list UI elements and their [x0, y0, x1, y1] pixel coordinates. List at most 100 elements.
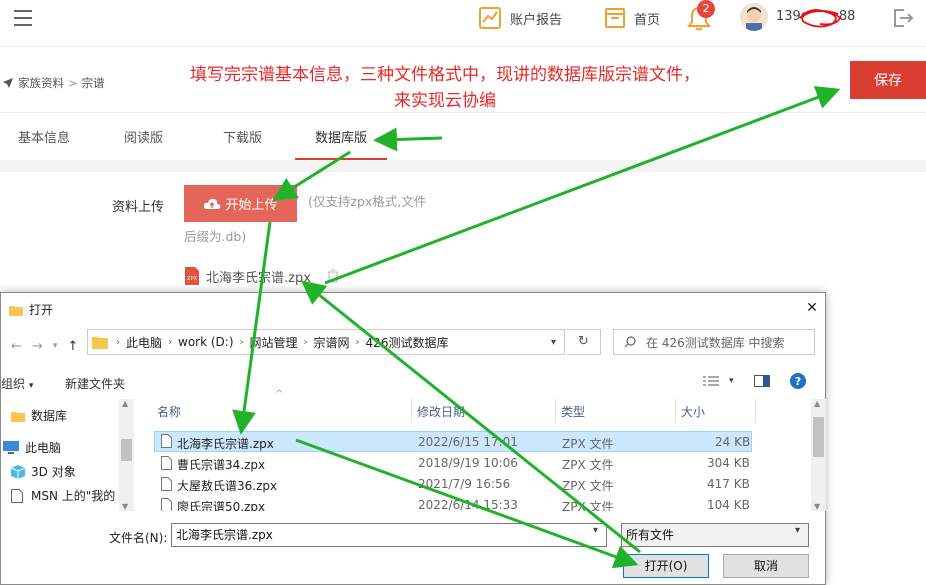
- column-size[interactable]: 大小: [681, 403, 705, 420]
- file-size: 304 KB: [707, 456, 750, 470]
- up-arrow-icon[interactable]: ↑: [67, 339, 78, 354]
- file-type: ZPX 文件: [562, 437, 614, 451]
- file-name: 大屋敖氏谱36.zpx: [177, 479, 278, 493]
- column-name[interactable]: 名称: [157, 403, 181, 420]
- upload-label: 资料上传: [112, 200, 165, 215]
- cloud-upload-icon: [204, 198, 221, 209]
- nav-item-this-pc[interactable]: 此电脑: [3, 439, 61, 456]
- folder-icon: [9, 305, 23, 316]
- new-folder-button[interactable]: 新建文件夹: [65, 375, 125, 392]
- nav-item-msn[interactable]: MSN 上的"我的: [11, 487, 115, 504]
- file-icon: [161, 498, 172, 511]
- tab-bar: 基本信息 阅读版 下载版 数据库版: [0, 112, 926, 161]
- breadcrumb-separator: >: [68, 76, 78, 90]
- redaction-scribble: [799, 9, 842, 28]
- search-icon: [624, 336, 636, 348]
- path-chevron-icon: ›: [355, 336, 360, 348]
- uploaded-file-name[interactable]: 北海李氏宗谱.zpx: [206, 267, 311, 286]
- filename-dropdown-icon[interactable]: ▾: [593, 525, 598, 536]
- organize-menu[interactable]: 组织 ▾: [1, 375, 33, 392]
- recent-dropdown-icon[interactable]: ▾: [53, 341, 58, 351]
- hamburger-menu-icon[interactable]: [14, 10, 32, 26]
- forward-arrow-icon[interactable]: →: [32, 339, 43, 354]
- file-row[interactable]: 廖氏宗谱50.zpx 2022/6/14 15:33 ZPX 文件 104 KB: [154, 495, 752, 511]
- upload-format-hint: (仅支持zpx格式,文件: [308, 194, 427, 209]
- refresh-icon[interactable]: ↻: [567, 329, 601, 355]
- file-type: ZPX 文件: [562, 458, 614, 472]
- filetype-dropdown-icon[interactable]: ▾: [795, 525, 800, 536]
- path-chevron-icon: ›: [303, 336, 308, 348]
- home-label: 首页: [634, 12, 661, 28]
- view-dropdown-icon[interactable]: ▾: [729, 376, 734, 386]
- path-segment[interactable]: 此电脑: [126, 334, 162, 351]
- filetype-select[interactable]: 所有文件: [621, 523, 809, 547]
- tab-reading-version[interactable]: 阅读版: [124, 127, 163, 146]
- column-type[interactable]: 类型: [561, 403, 585, 420]
- upload-format-hint-2: 后缀为.db): [184, 229, 247, 244]
- help-icon[interactable]: ?: [789, 373, 806, 389]
- open-file-dialog: 打开 ✕ ← → ▾ ↑ › 此电脑 › work (D:) › 网站管理 › …: [0, 292, 826, 585]
- file-row[interactable]: 曹氏宗谱34.zpx 2018/9/19 10:06 ZPX 文件 304 KB: [154, 453, 752, 474]
- file-name: 廖氏宗谱50.zpx: [177, 500, 266, 511]
- file-list-scrollbar[interactable]: ▲ ▼: [811, 399, 826, 511]
- account-report-link[interactable]: 账户报告: [478, 6, 562, 30]
- svg-text:?: ?: [794, 375, 800, 388]
- file-size: 104 KB: [707, 498, 750, 511]
- section-divider: [0, 160, 926, 172]
- view-options: ▾ ?: [703, 373, 806, 389]
- file-name: 曹氏宗谱34.zpx: [177, 458, 266, 472]
- filename-label: 文件名(N):: [109, 531, 168, 545]
- send-arrow-icon: [3, 78, 13, 88]
- path-chevron-icon: ›: [116, 336, 120, 348]
- nav-item-3d-objects[interactable]: 3D 对象: [11, 463, 76, 480]
- file-icon: [161, 434, 172, 448]
- tab-download-version[interactable]: 下载版: [223, 127, 262, 146]
- file-row[interactable]: 大屋敖氏谱36.zpx 2021/7/9 16:56 ZPX 文件 417 KB: [154, 474, 752, 495]
- home-icon: [605, 8, 625, 28]
- nav-item-database[interactable]: 数据库: [11, 407, 67, 424]
- folder-icon: [11, 411, 25, 422]
- dialog-close-icon[interactable]: ✕: [803, 299, 821, 317]
- file-row[interactable]: 北海李氏宗谱.zpx 2022/6/15 17:01 ZPX 文件 24 KB: [154, 431, 752, 452]
- computer-icon: [3, 440, 19, 454]
- tab-basic-info[interactable]: 基本信息: [18, 127, 70, 146]
- avatar-face-icon: [746, 7, 762, 31]
- zpx-file-icon: ZPX: [185, 267, 199, 285]
- file-date: 2021/7/9 16:56: [418, 477, 511, 491]
- file-date: 2022/6/14 15:33: [418, 498, 518, 511]
- file-date: 2022/6/15 17:01: [418, 435, 518, 449]
- file-icon: [161, 477, 172, 491]
- save-button[interactable]: 保存: [850, 61, 926, 99]
- preview-pane-icon[interactable]: [753, 375, 770, 387]
- path-segment[interactable]: work (D:): [178, 335, 234, 349]
- start-upload-label: 开始上传: [225, 198, 278, 213]
- tab-database-version[interactable]: 数据库版: [315, 127, 367, 146]
- start-upload-button[interactable]: 开始上传: [184, 185, 297, 222]
- file-type: ZPX 文件: [562, 500, 614, 511]
- path-segment[interactable]: 426测试数据库: [366, 334, 449, 351]
- open-button[interactable]: 打开(O): [623, 554, 709, 578]
- search-placeholder: 在 426测试数据库 中搜索: [646, 335, 785, 350]
- breadcrumb-item-genealogy[interactable]: 宗谱: [82, 75, 105, 91]
- filename-input[interactable]: 北海李氏宗谱.zpx: [171, 523, 607, 547]
- document-icon: [11, 488, 23, 503]
- nav-item-videos[interactable]: 视频: [11, 509, 55, 511]
- home-link[interactable]: 首页: [604, 6, 660, 30]
- path-segment[interactable]: 网站管理: [250, 334, 298, 351]
- address-bar[interactable]: › 此电脑 › work (D:) › 网站管理 › 宗谱网 › 426测试数据…: [87, 329, 565, 355]
- address-dropdown-icon[interactable]: ▾: [551, 337, 556, 348]
- user-avatar[interactable]: [740, 3, 768, 31]
- cancel-button[interactable]: 取消: [723, 554, 809, 578]
- column-date[interactable]: 修改日期: [417, 403, 465, 420]
- nav-pane-scrollbar[interactable]: ▲ ▼: [119, 399, 134, 511]
- top-bar: 账户报告 首页 2 139 88: [0, 0, 926, 46]
- search-input[interactable]: 在 426测试数据库 中搜索: [613, 329, 815, 355]
- back-arrow-icon[interactable]: ←: [11, 339, 22, 354]
- path-segment[interactable]: 宗谱网: [314, 334, 350, 351]
- navigation-pane: 数据库 此电脑 3D 对象 MSN 上的"我的 视频: [1, 399, 135, 511]
- delete-file-icon[interactable]: [327, 269, 339, 283]
- view-list-icon[interactable]: [703, 375, 719, 387]
- dialog-toolbar: 组织 ▾ 新建文件夹 ▾ ?: [1, 373, 827, 395]
- breadcrumb-item-family[interactable]: 家族资料: [18, 75, 64, 91]
- logout-icon[interactable]: [892, 7, 914, 29]
